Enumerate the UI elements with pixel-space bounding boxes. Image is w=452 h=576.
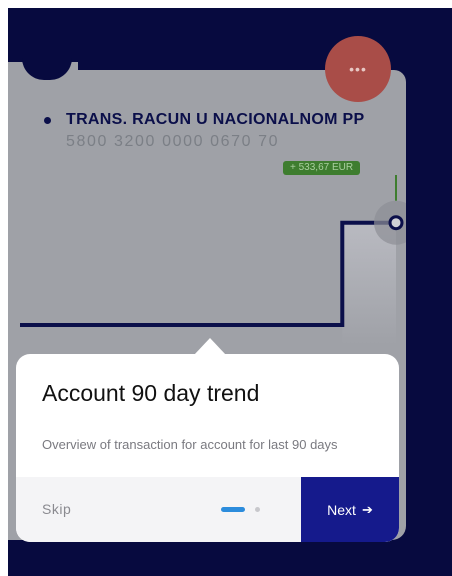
next-label: Next [327,501,356,518]
progress-dot-active [221,507,245,512]
skip-button[interactable]: Skip [42,501,71,517]
account-bullet [44,117,51,124]
more-dots-icon: ••• [349,61,367,77]
more-menu-button[interactable]: ••• [325,36,391,102]
account-name: TRANS. RACUN U NACIONALNOM PP [66,111,365,128]
account-number: 5800 3200 0000 0670 70 [66,133,280,150]
next-button[interactable]: Next ➔ [301,477,399,542]
walkthrough-tooltip: Account 90 day trend Overview of transac… [16,354,399,542]
arrow-right-icon: ➔ [361,501,373,517]
chart-series-line [20,220,396,327]
tooltip-description: Overview of transaction for account for … [42,437,338,452]
tooltip-arrow [194,338,226,355]
trend-chart [20,175,406,345]
tooltip-title: Account 90 day trend [42,380,260,406]
chart-point [388,215,404,231]
progress-dot-inactive [255,507,260,512]
tooltip-footer: Skip Next ➔ [16,477,399,542]
